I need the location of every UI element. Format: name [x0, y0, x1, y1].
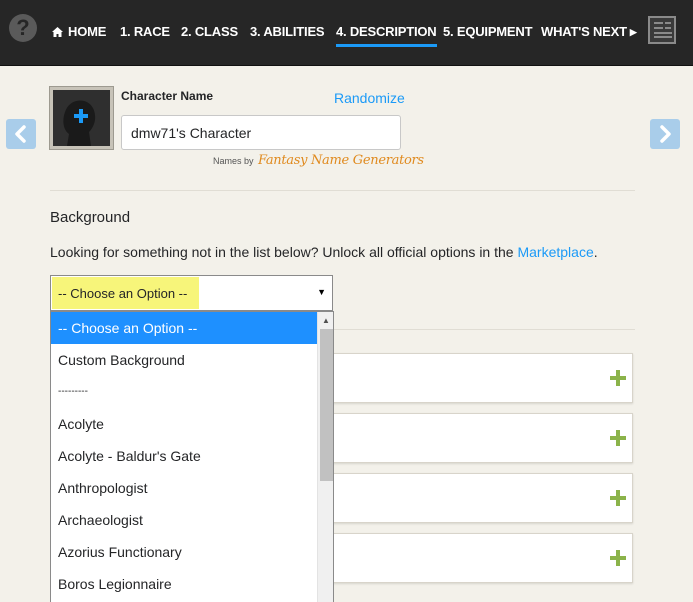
- chevron-left-icon: [15, 125, 26, 143]
- caret-right-icon: ▶: [629, 27, 637, 37]
- nav-home-label: HOME: [68, 24, 107, 39]
- nav-abilities[interactable]: 3. ABILITIES: [250, 24, 325, 39]
- chevron-right-icon: [660, 125, 671, 143]
- dropdown-option[interactable]: Boros Legionnaire: [51, 568, 317, 600]
- plus-icon[interactable]: [610, 370, 626, 386]
- nav-equipment[interactable]: 5. EQUIPMENT: [443, 24, 533, 39]
- character-name-input[interactable]: [121, 115, 401, 150]
- nav-whats-next[interactable]: WHAT'S NEXT ▶: [541, 24, 637, 39]
- fantasy-name-generators-logo[interactable]: Fantasy Name Generators: [258, 153, 424, 168]
- background-select[interactable]: -- Choose an Option -- ▼: [50, 275, 333, 311]
- caret-down-icon: ▼: [317, 287, 326, 297]
- background-feature-card[interactable]: [330, 533, 633, 583]
- plus-icon[interactable]: [610, 490, 626, 506]
- marketplace-link[interactable]: Marketplace: [517, 244, 593, 260]
- background-helper-text: Looking for something not in the list be…: [50, 244, 598, 260]
- dropdown-option[interactable]: Azorius Functionary: [51, 536, 317, 568]
- nav-description[interactable]: 4. DESCRIPTION: [336, 24, 437, 47]
- dropdown-scrollbar[interactable]: ▲: [317, 312, 333, 602]
- character-name-label: Character Name: [121, 89, 214, 103]
- background-heading: Background: [50, 209, 131, 226]
- dropdown-option[interactable]: Anthropologist: [51, 472, 317, 504]
- character-portrait[interactable]: [50, 87, 113, 149]
- names-by-label: Names by: [213, 156, 254, 166]
- background-feature-card[interactable]: [330, 473, 633, 523]
- plus-icon[interactable]: [610, 430, 626, 446]
- background-dropdown-list[interactable]: -- Choose an Option -- Custom Background…: [50, 311, 334, 602]
- home-icon: [52, 27, 63, 37]
- top-nav-bar: ? HOME 1. RACE 2. CLASS 3. ABILITIES 4. …: [0, 0, 693, 66]
- help-icon[interactable]: ?: [9, 14, 37, 42]
- previous-step-button[interactable]: [6, 119, 36, 149]
- dropdown-option[interactable]: Custom Background: [51, 344, 317, 376]
- helper-text-body: Looking for something not in the list be…: [50, 244, 518, 260]
- scrollbar-thumb[interactable]: [320, 329, 333, 481]
- scroll-up-icon[interactable]: ▲: [322, 316, 330, 325]
- nav-home[interactable]: HOME: [52, 24, 106, 39]
- nav-race[interactable]: 1. RACE: [120, 24, 170, 39]
- background-select-value: -- Choose an Option --: [58, 286, 188, 301]
- dropdown-option[interactable]: -- Choose an Option --: [51, 312, 317, 344]
- avatar-silhouette-icon: [63, 100, 96, 146]
- dropdown-option[interactable]: Acolyte - Baldur's Gate: [51, 440, 317, 472]
- character-sheet-icon[interactable]: [648, 16, 676, 44]
- nav-class[interactable]: 2. CLASS: [181, 24, 238, 39]
- plus-icon[interactable]: [610, 550, 626, 566]
- helper-text-suffix: .: [593, 244, 598, 260]
- nav-whats-next-label: WHAT'S NEXT: [541, 24, 627, 39]
- background-feature-card[interactable]: [330, 413, 633, 463]
- dropdown-option[interactable]: Acolyte: [51, 408, 317, 440]
- dropdown-option[interactable]: Archaeologist: [51, 504, 317, 536]
- next-step-button[interactable]: [650, 119, 680, 149]
- randomize-link[interactable]: Randomize: [334, 90, 405, 106]
- section-divider: [50, 190, 635, 191]
- dropdown-separator: ---------: [58, 386, 88, 397]
- background-feature-card[interactable]: [330, 353, 633, 403]
